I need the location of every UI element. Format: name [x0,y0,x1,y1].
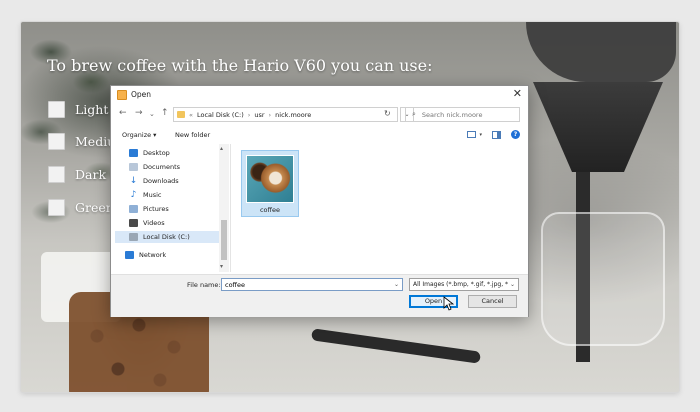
music-icon: ♪ [130,190,137,200]
breadcrumb-local-disk[interactable]: Local Disk (C:) [197,111,244,119]
folder-icon [177,111,185,118]
scroll-down-icon[interactable]: ▾ [220,263,223,270]
local-disk-icon [129,233,138,241]
nav-item-label: Pictures [143,205,169,213]
nav-item-pictures[interactable]: Pictures [129,203,169,215]
back-arrow-icon[interactable]: ← [119,108,127,118]
desktop-icon [129,149,138,157]
close-icon[interactable]: ✕ [513,87,522,100]
nav-item-label: Local Disk (C:) [143,233,190,241]
breadcrumb-separator: › [247,110,251,119]
open-dialog-icon [117,90,127,100]
scroll-up-icon[interactable]: ▴ [220,145,223,152]
view-dropdown-icon[interactable]: ▾ [479,132,482,138]
stand-base-decoration [310,328,482,364]
nav-item-network[interactable]: Network [125,249,166,261]
nav-item-label: Desktop [143,149,170,157]
nav-item-local-disk[interactable]: Local Disk (C:) [115,231,219,243]
file-item-coffee[interactable]: coffee [241,150,299,217]
nav-item-label: Downloads [143,177,179,185]
breadcrumb-separator: › [268,110,272,119]
navigation-scrollbar[interactable]: ▴ ▾ [219,144,229,272]
scroll-thumb[interactable] [221,220,227,260]
recent-locations-chevron-icon[interactable]: ⌄ [149,110,155,118]
dialog-footer: File name: ⌄ All Images (*.bmp, *.gif, *… [111,274,528,317]
breadcrumb-usr[interactable]: usr [254,111,264,119]
mouse-cursor-icon [443,296,455,311]
search-box[interactable]: ⌕ [405,107,520,122]
file-type-select[interactable]: All Images (*.bmp, *.gif, *.jpg, * ⌄ [409,278,519,291]
address-bar[interactable]: « Local Disk (C:) › usr › nick.moore [173,107,398,122]
nav-item-music[interactable]: ♪ Music [129,189,162,201]
file-type-value: All Images (*.bmp, *.gif, *.jpg, * [413,281,509,288]
downloads-icon: ↓ [129,176,138,186]
cancel-button[interactable]: Cancel [468,295,517,308]
dialog-titlebar[interactable]: Open ✕ [111,86,528,104]
search-input[interactable] [419,109,514,120]
refresh-icon[interactable]: ↻ [384,109,391,118]
breadcrumb-overflow[interactable]: « [189,111,193,119]
nav-item-label: Videos [143,219,165,227]
forward-arrow-icon[interactable]: → [135,108,143,118]
up-arrow-icon[interactable]: ↑ [161,108,169,118]
documents-icon [129,163,138,171]
navigation-pane: Desktop Documents ↓ Downloads ♪ Music Pi… [111,144,231,272]
dialog-title: Open [131,90,152,99]
organize-button[interactable]: Organize ▾ [122,131,156,139]
file-label: coffee [259,206,281,214]
file-name-input[interactable] [222,279,387,290]
nav-item-documents[interactable]: Documents [129,161,180,173]
navigation-bar: ← → ⌄ ↑ « Local Disk (C:) › usr › nick.m… [111,106,528,124]
videos-icon [129,219,138,227]
nav-item-label: Network [139,251,167,259]
new-folder-button[interactable]: New folder [175,131,210,139]
nav-item-downloads[interactable]: ↓ Downloads [129,175,179,187]
checkbox[interactable] [48,166,65,183]
checkbox[interactable] [48,133,65,150]
checkbox[interactable] [48,199,65,216]
breadcrumb-nick-moore[interactable]: nick.moore [275,111,311,119]
nav-item-label: Music [143,191,162,199]
page-heading: To brew coffee with the Hario V60 you ca… [47,56,433,75]
preview-pane-icon[interactable] [492,130,501,139]
dialog-toolbar: Organize ▾ New folder ▾ ? [111,128,528,144]
coffee-thumbnail [246,155,294,203]
dripper-decoration [533,82,663,172]
open-file-dialog: Open ✕ ← → ⌄ ↑ « Local Disk (C:) › usr ›… [110,85,529,317]
change-view-icon[interactable] [467,131,477,138]
checkbox[interactable] [48,101,65,118]
chevron-down-icon: ⌄ [509,281,515,288]
file-name-field[interactable]: ⌄ [221,278,403,291]
search-icon: ⌕ [412,110,416,118]
network-icon [125,251,134,259]
nav-item-desktop[interactable]: Desktop [129,147,170,159]
file-name-label: File name: [187,281,221,289]
nav-item-videos[interactable]: Videos [129,217,165,229]
help-icon[interactable]: ? [511,130,520,139]
file-list: coffee [231,144,527,272]
chevron-down-icon[interactable]: ⌄ [394,281,399,288]
kettle-decoration [526,22,676,82]
carafe-decoration [541,212,665,346]
nav-item-label: Documents [143,163,181,171]
pictures-icon [129,205,138,213]
